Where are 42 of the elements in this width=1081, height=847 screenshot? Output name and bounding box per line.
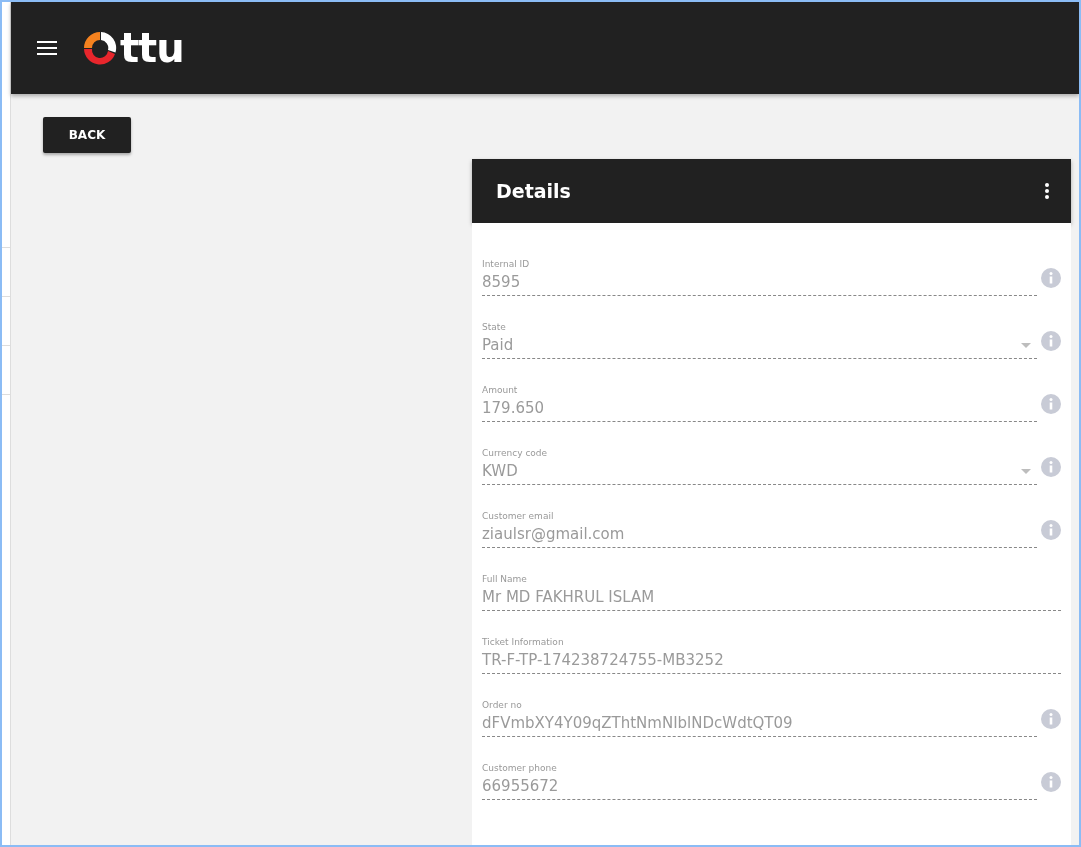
logo-text: ttu xyxy=(120,28,184,68)
field-value: Paid xyxy=(482,336,514,354)
info-icon[interactable] xyxy=(1041,771,1061,792)
field-value: dFVmbXY4Y09qZThtNmNIblNDcWdtQT09 xyxy=(482,714,793,732)
form-field[interactable]: Customer email ziaulsr@gmail.com xyxy=(482,511,1037,548)
info-icon[interactable] xyxy=(1041,267,1061,288)
field-label: Order no xyxy=(482,700,523,710)
form-field[interactable]: Amount 179.650 xyxy=(482,385,1037,422)
info-icon[interactable] xyxy=(1041,393,1061,414)
more-options-icon[interactable] xyxy=(1045,183,1049,199)
form-field[interactable]: Currency code KWD xyxy=(482,448,1037,485)
info-icon[interactable] xyxy=(1041,330,1061,351)
menu-icon[interactable] xyxy=(37,41,57,55)
field-label: Full Name xyxy=(482,574,528,584)
field-label: State xyxy=(482,322,507,332)
field-label: Customer phone xyxy=(482,763,558,773)
field-value: ziaulsr@gmail.com xyxy=(482,525,625,543)
form-field[interactable]: Full Name Mr MD FAKHRUL ISLAM xyxy=(482,574,1061,611)
form-field[interactable]: Ticket Information TR-F-TP-174238724755-MB3252 xyxy=(482,637,1061,674)
details-title: Details xyxy=(496,180,571,202)
field-label: Customer email xyxy=(482,511,555,521)
field-value: Mr MD FAKHRUL ISLAM xyxy=(482,588,655,606)
form-field[interactable]: Customer phone 66955672 xyxy=(482,763,1037,800)
field-label: Currency code xyxy=(482,448,549,458)
field-value: TR-F-TP-174238724755-MB3252 xyxy=(482,651,724,669)
form-field[interactable]: Order no dFVmbXY4Y09qZThtNmNIblNDcWdtQT09 xyxy=(482,700,1037,737)
form-field[interactable]: State Paid xyxy=(482,322,1037,359)
logo-ring-icon xyxy=(81,29,119,67)
field-label: Amount xyxy=(482,385,519,395)
info-icon[interactable] xyxy=(1041,519,1061,540)
dropdown-caret-icon[interactable] xyxy=(1021,468,1031,474)
info-icon[interactable] xyxy=(1041,708,1061,729)
dropdown-caret-icon[interactable] xyxy=(1021,342,1031,348)
field-value: 66955672 xyxy=(482,777,559,795)
field-value: KWD xyxy=(482,462,518,480)
info-icon[interactable] xyxy=(1041,456,1061,477)
field-value: 179.650 xyxy=(482,399,545,417)
back-button[interactable]: BACK xyxy=(43,117,131,153)
field-label: Ticket Information xyxy=(482,637,565,647)
form-field[interactable]: Internal ID 8595 xyxy=(482,259,1037,296)
field-value: 8595 xyxy=(482,273,521,291)
field-label: Internal ID xyxy=(482,259,531,269)
